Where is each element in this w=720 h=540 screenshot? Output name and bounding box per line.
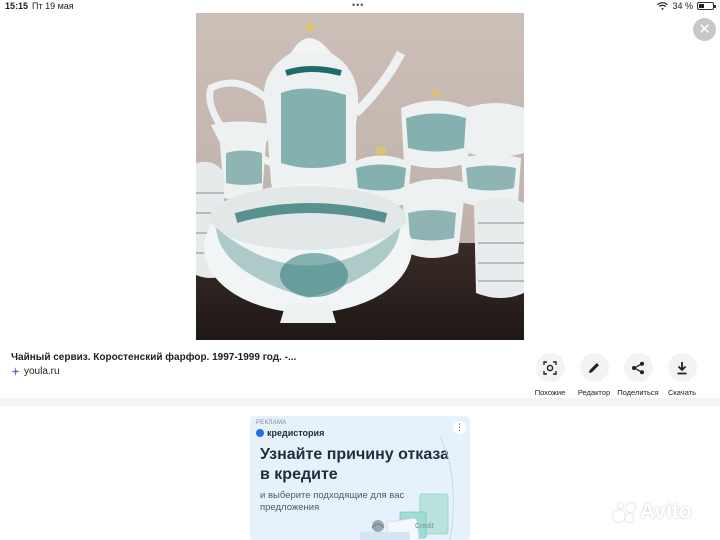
status-date: Пт 19 мая <box>32 1 74 11</box>
status-time: 15:15 <box>5 1 29 11</box>
result-title[interactable]: Чайный сервиз. Коростенский фарфор. 1997… <box>11 352 296 363</box>
tea-set-photo <box>196 13 524 340</box>
wifi-icon <box>657 2 669 10</box>
multitask-dots-icon[interactable]: ••• <box>352 0 364 10</box>
source-domain: youla.ru <box>24 366 60 377</box>
ad-more-icon[interactable]: ⋮ <box>453 421 466 434</box>
pencil-icon <box>579 353 609 382</box>
section-divider <box>0 398 720 406</box>
result-image[interactable] <box>196 13 524 340</box>
ad-brand: кредистория <box>256 428 324 438</box>
editor-button[interactable]: Редактор <box>572 353 616 397</box>
editor-label: Редактор <box>577 388 611 397</box>
lens-icon <box>535 353 565 382</box>
avito-wordmark: Avito <box>640 500 692 523</box>
site-favicon-icon <box>11 367 20 376</box>
close-button[interactable]: ✕ <box>693 18 716 41</box>
download-button[interactable]: Скачать <box>660 353 704 397</box>
brand-logo-icon <box>256 429 264 437</box>
share-button[interactable]: Поделиться <box>616 353 660 397</box>
status-bar: 15:15 Пт 19 мая ••• 34 % <box>0 0 720 13</box>
ad-headline: Узнайте причину отказа в кредите <box>260 446 450 483</box>
avito-logo-icon <box>613 501 637 523</box>
result-source[interactable]: youla.ru <box>11 366 60 377</box>
share-label: Поделиться <box>617 388 659 397</box>
battery-icon <box>697 2 716 10</box>
ad-brand-name: кредистория <box>267 428 325 438</box>
download-label: Скачать <box>667 388 697 397</box>
status-right: 34 % <box>657 1 716 11</box>
share-icon <box>623 353 653 382</box>
ad-card[interactable]: РЕКЛАМА кредистория ⋮ Узнайте причину от… <box>250 416 470 540</box>
download-icon <box>667 353 697 382</box>
ad-card-text: Credit <box>415 523 434 530</box>
close-icon: ✕ <box>698 21 711 38</box>
ad-subtext: и выберите подходящие для вас предложени… <box>260 490 405 513</box>
action-bar: Похожие Редактор Поделиться Скачать <box>528 353 704 397</box>
similar-button[interactable]: Похожие <box>528 353 572 397</box>
similar-label: Похожие <box>534 388 566 397</box>
battery-percent: 34 % <box>672 1 693 11</box>
avito-watermark: Avito <box>613 500 692 524</box>
ad-tag: РЕКЛАМА <box>256 420 287 426</box>
